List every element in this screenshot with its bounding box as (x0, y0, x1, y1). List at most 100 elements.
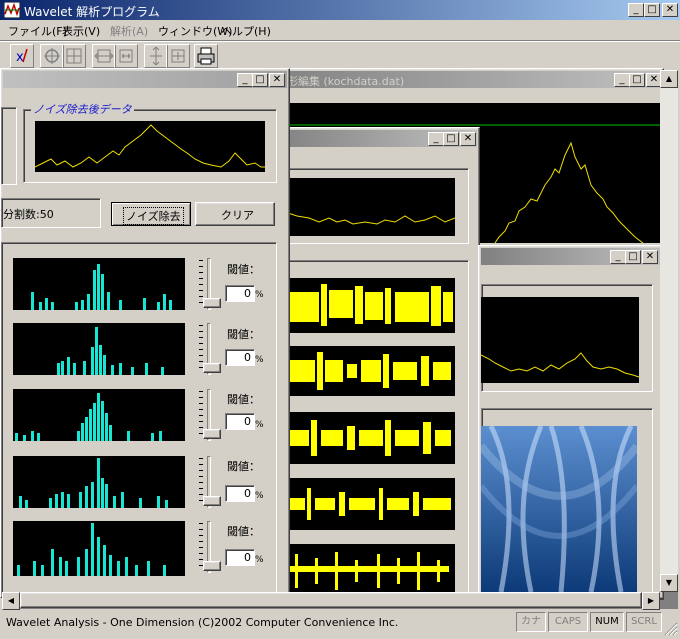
wave-row-4 (285, 478, 455, 530)
mdi-horizontal-scrollbar[interactable]: ◀ ▶ (2, 592, 660, 610)
slider-3-thumb[interactable] (203, 429, 221, 439)
close-button[interactable]: ✕ (662, 3, 678, 17)
noise-title-bar[interactable]: _ □ ✕ (3, 71, 287, 88)
scroll-right-button[interactable]: ▶ (642, 592, 660, 610)
expand-vertical-icon[interactable] (144, 44, 168, 68)
waveform-title-bar[interactable]: 形編集 (kochdata.dat) _ □ ✕ (261, 71, 662, 88)
menu-analysis[interactable]: 解析(A) (110, 23, 148, 39)
wave-row-1 (285, 278, 455, 333)
wave-row-2 (285, 346, 455, 396)
slider-4[interactable] (197, 456, 221, 508)
menu-file[interactable]: ファイル(F) (8, 23, 67, 39)
scalogram-signal-plot (480, 297, 640, 383)
threshold-label-5: 閾値： (227, 525, 260, 538)
expand-horizontal-icon[interactable] (92, 44, 116, 68)
clear-button[interactable]: クリア (195, 202, 275, 226)
menu-bar: ファイル(F) 表示(V) 解析(A) ウィンドウ(W) ヘルプ(H) (0, 20, 680, 40)
threshold-label-4: 閾値： (227, 460, 260, 473)
decomposition-close-button[interactable]: ✕ (460, 132, 476, 146)
slider-2[interactable] (197, 323, 221, 375)
resize-grip-icon[interactable] (664, 622, 678, 636)
status-text: Wavelet Analysis - One Dimension (C)2002… (6, 616, 399, 629)
scroll-up-button[interactable]: ▲ (660, 70, 678, 88)
threshold-label-1: 閾値： (227, 263, 260, 276)
svg-text:x: x (16, 50, 24, 65)
decomposition-maximize-button[interactable]: □ (443, 132, 459, 146)
denoised-group-label: ノイズ除去後データ (31, 101, 134, 117)
wave-row-5 (285, 544, 455, 596)
slider-3[interactable] (197, 389, 221, 441)
app-title: Wavelet 解析プログラム (24, 5, 160, 19)
threshold-input-4[interactable]: 0 (225, 485, 255, 502)
noise-close-button[interactable]: ✕ (269, 73, 285, 87)
histogram-2 (13, 323, 185, 375)
zoom-fit-icon[interactable] (62, 44, 86, 68)
noise-left-group (1, 107, 17, 185)
threshold-input-5[interactable]: 0 (225, 549, 255, 566)
scroll-down-button[interactable]: ▼ (660, 574, 678, 592)
wavelet-icon[interactable]: x (10, 44, 34, 68)
waveform-maximize-button[interactable]: □ (629, 73, 645, 87)
denoise-button-label: ノイズ除去 (123, 207, 184, 225)
horizontal-scroll-thumb[interactable] (20, 592, 642, 608)
scroll-left-button[interactable]: ◀ (2, 592, 20, 610)
threshold-input-3[interactable]: 0 (225, 413, 255, 430)
threshold-unit-1: % (255, 290, 264, 300)
slider-5[interactable] (197, 521, 221, 573)
waveform-minimize-button[interactable]: _ (614, 73, 630, 87)
scalogram-close-button[interactable]: ✕ (642, 250, 658, 264)
threshold-unit-2: % (255, 355, 264, 365)
scalogram-image (481, 426, 637, 592)
menu-view[interactable]: 表示(V) (62, 23, 100, 39)
denoised-plot (34, 121, 265, 172)
zoom-in-icon[interactable] (40, 44, 64, 68)
noise-maximize-button[interactable]: □ (252, 73, 268, 87)
decomposition-signal-plot (284, 178, 456, 236)
histogram-3 (13, 389, 185, 441)
app-title-bar: Wavelet 解析プログラム _ □ ✕ (0, 0, 680, 20)
scalogram-title-bar[interactable]: _ □ ✕ (481, 248, 661, 265)
scroll-lock-indicator: SCRL (626, 612, 662, 632)
histogram-5 (13, 521, 185, 576)
division-count-label: 分割数:50 (3, 208, 54, 221)
threshold-value-1: 0 (244, 287, 251, 300)
threshold-value-4: 0 (244, 487, 251, 500)
app-icon[interactable] (3, 1, 21, 19)
threshold-value-2: 0 (244, 351, 251, 364)
scalogram-minimize-button[interactable]: _ (610, 250, 626, 264)
denoise-button[interactable]: ノイズ除去 (111, 202, 191, 226)
slider-2-thumb[interactable] (203, 363, 221, 373)
num-indicator: NUM (590, 612, 624, 632)
threshold-label-2: 閾値： (227, 328, 260, 341)
mdi-vertical-scrollbar[interactable]: ▲ ▼ (660, 70, 678, 592)
scalogram-window: _ □ ✕ (478, 245, 664, 600)
noise-minimize-button[interactable]: _ (237, 73, 253, 87)
decomposition-minimize-button[interactable]: _ (428, 132, 444, 146)
minimize-button[interactable]: _ (628, 3, 644, 17)
decomposition-title-bar[interactable]: _ □ ✕ (273, 130, 477, 147)
threshold-label-3: 閾値： (227, 393, 260, 406)
toolbar: x (0, 42, 680, 70)
maximize-button[interactable]: □ (644, 3, 660, 17)
threshold-unit-3: % (255, 420, 264, 430)
slider-1[interactable] (197, 258, 221, 310)
print-icon[interactable] (194, 44, 218, 68)
histogram-4 (13, 456, 185, 508)
shrink-vertical-icon[interactable] (166, 44, 190, 68)
decomposition-window: _ □ ✕ (270, 127, 480, 599)
threshold-unit-4: % (255, 491, 264, 501)
slider-4-thumb[interactable] (203, 496, 221, 506)
waveform-title: 形編集 (kochdata.dat) (287, 75, 405, 88)
threshold-value-3: 0 (244, 415, 251, 428)
shrink-horizontal-icon[interactable] (114, 44, 138, 68)
histogram-1 (13, 258, 185, 310)
threshold-value-5: 0 (244, 551, 251, 564)
caps-indicator: CAPS (548, 612, 588, 632)
noise-removal-window: _ □ ✕ ノイズ除去後データ 分割数:50 ノイズ除去 クリア 閾値： 0 % (0, 68, 290, 598)
slider-1-thumb[interactable] (203, 298, 221, 308)
scalogram-maximize-button[interactable]: □ (625, 250, 641, 264)
slider-5-thumb[interactable] (203, 561, 221, 571)
threshold-input-1[interactable]: 0 (225, 285, 255, 302)
menu-help[interactable]: ヘルプ(H) (221, 23, 271, 39)
threshold-input-2[interactable]: 0 (225, 349, 255, 366)
